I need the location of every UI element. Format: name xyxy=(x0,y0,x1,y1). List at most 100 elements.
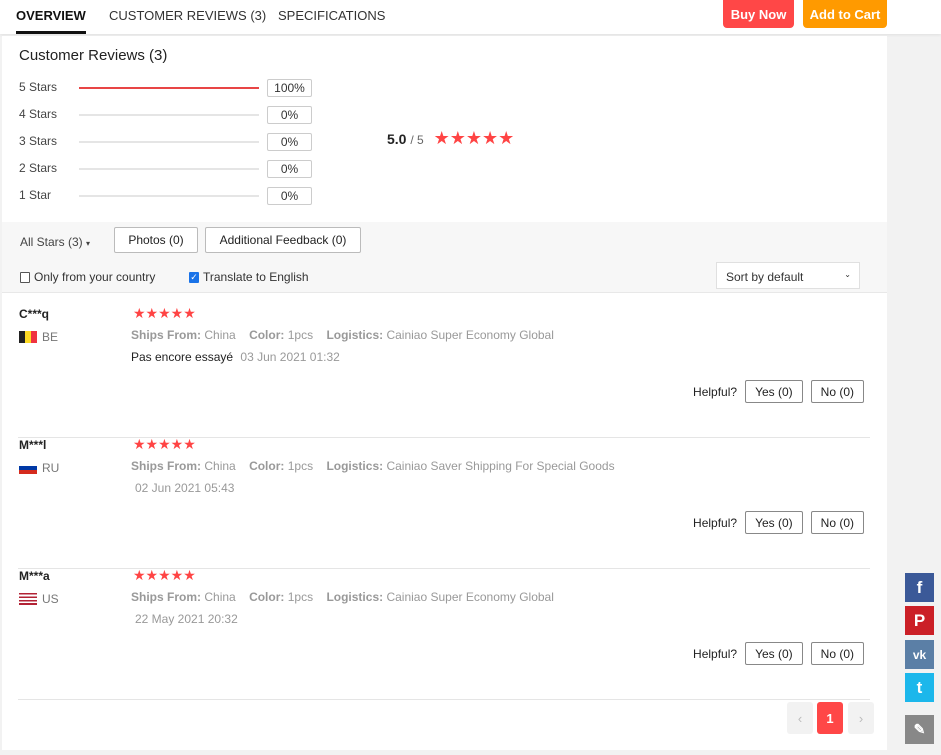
reviews-panel: Customer Reviews (3) 5 Stars 100% 4 Stars… xyxy=(2,36,887,750)
country-flag-icon xyxy=(19,593,37,605)
pagination-page-1[interactable]: 1 xyxy=(817,702,843,734)
edit-icon[interactable]: ✎ xyxy=(905,715,934,744)
review-item: C***q BE ★★★★★ Ships From: China Color: … xyxy=(18,305,870,438)
star-level-label: 5 Stars xyxy=(19,80,58,94)
review-filters: All Stars (3) ▾ Photos (0) Additional Fe… xyxy=(2,222,887,293)
review-date: 22 May 2021 20:32 xyxy=(135,612,238,626)
buy-now-button[interactable]: Buy Now xyxy=(723,0,794,28)
helpful-no-button[interactable]: No (0) xyxy=(810,642,864,665)
review-meta: Ships From: China Color: 1pcs Logistics:… xyxy=(131,590,554,604)
pagination-prev[interactable]: ‹ xyxy=(787,702,813,734)
ships-from-label: Ships From: xyxy=(131,328,202,342)
star-breakdown-row: 5 Stars 100% xyxy=(19,78,319,98)
translate-checkbox[interactable]: ✓ Translate to English xyxy=(189,270,309,284)
star-progress-bar xyxy=(79,87,259,89)
country-code: RU xyxy=(42,461,60,475)
helpful-no-button[interactable]: No (0) xyxy=(810,380,864,403)
helpful-yes-button[interactable]: Yes (0) xyxy=(745,642,803,665)
translate-label: Translate to English xyxy=(203,270,309,284)
ships-from-label: Ships From: xyxy=(131,459,202,473)
vk-share-icon[interactable]: vk xyxy=(905,640,934,669)
star-percent: 0% xyxy=(267,106,312,124)
ships-from-value: China xyxy=(204,459,236,473)
chevron-down-icon: ⌄ xyxy=(844,270,851,279)
logistics-label: Logistics: xyxy=(326,459,384,473)
color-label: Color: xyxy=(249,328,285,342)
star-level-label: 3 Stars xyxy=(19,134,58,148)
tab-customer-reviews[interactable]: CUSTOMER REVIEWS (3) xyxy=(109,8,266,23)
star-level-label: 1 Star xyxy=(19,188,52,202)
helpful-yes-button[interactable]: Yes (0) xyxy=(745,511,803,534)
star-progress-bar xyxy=(79,114,259,116)
color-value: 1pcs xyxy=(287,590,314,604)
pagination-next[interactable]: › xyxy=(848,702,874,734)
review-meta: Ships From: China Color: 1pcs Logistics:… xyxy=(131,459,615,473)
star-level-label: 4 Stars xyxy=(19,107,58,121)
star-percent: 0% xyxy=(267,160,312,178)
logistics-label: Logistics: xyxy=(326,590,384,604)
checkbox-checked-icon: ✓ xyxy=(189,271,199,283)
star-progress-fill xyxy=(79,87,259,89)
helpful-controls: Helpful? Yes (0) No (0) xyxy=(693,511,864,534)
reviewer-country: RU xyxy=(19,461,59,475)
helpful-controls: Helpful? Yes (0) No (0) xyxy=(693,380,864,403)
country-code: US xyxy=(42,592,59,606)
star-breakdown-row: 2 Stars 0% xyxy=(19,159,319,179)
star-percent: 0% xyxy=(267,133,312,151)
reviewer-name: C***q xyxy=(19,307,50,321)
logistics-label: Logistics: xyxy=(326,328,384,342)
country-flag-icon xyxy=(19,462,37,474)
review-stars-icon: ★★★★★ xyxy=(133,567,196,583)
ships-from-value: China xyxy=(204,328,236,342)
logistics-value: Cainiao Saver Shipping For Special Goods xyxy=(386,459,615,473)
helpful-label: Helpful? xyxy=(693,646,738,661)
all-stars-label: All Stars (3) xyxy=(20,235,83,249)
review-body: Pas encore essayé 03 Jun 2021 01:32 xyxy=(131,350,340,364)
ships-from-value: China xyxy=(204,590,236,604)
facebook-share-icon[interactable]: f xyxy=(905,573,934,602)
product-nav-bar: OVERVIEW CUSTOMER REVIEWS (3) SPECIFICAT… xyxy=(0,0,941,34)
review-body: 22 May 2021 20:32 xyxy=(131,612,238,626)
only-country-checkbox[interactable]: Only from your country xyxy=(20,270,155,284)
star-level-label: 2 Stars xyxy=(19,161,58,175)
review-item: M***l RU ★★★★★ Ships From: China Color: … xyxy=(18,436,870,569)
helpful-no-button[interactable]: No (0) xyxy=(810,511,864,534)
tab-overview[interactable]: OVERVIEW xyxy=(16,8,86,34)
ships-from-label: Ships From: xyxy=(131,590,202,604)
star-breakdown-row: 4 Stars 0% xyxy=(19,105,319,125)
review-date: 03 Jun 2021 01:32 xyxy=(240,350,340,364)
star-percent: 0% xyxy=(267,187,312,205)
helpful-yes-button[interactable]: Yes (0) xyxy=(745,380,803,403)
color-value: 1pcs xyxy=(287,459,314,473)
photos-filter-button[interactable]: Photos (0) xyxy=(114,227,198,253)
helpful-label: Helpful? xyxy=(693,384,738,399)
checkbox-icon xyxy=(20,271,30,283)
all-stars-dropdown[interactable]: All Stars (3) ▾ xyxy=(20,235,90,249)
chevron-down-icon: ▾ xyxy=(86,239,91,248)
country-code: BE xyxy=(42,330,59,344)
review-text: Pas encore essayé xyxy=(131,350,234,364)
review-item: M***a US ★★★★★ Ships From: China Color: … xyxy=(18,567,870,700)
reviewer-country: BE xyxy=(19,330,58,344)
color-label: Color: xyxy=(249,590,285,604)
star-breakdown-row: 1 Star 0% xyxy=(19,186,319,206)
star-progress-bar xyxy=(79,141,259,143)
review-body: 02 Jun 2021 05:43 xyxy=(131,481,234,495)
sort-select[interactable]: Sort by default ⌄ xyxy=(716,262,860,289)
average-value: 5.0 xyxy=(387,131,407,147)
average-rating: 5.0 / 5 ★★★★★ xyxy=(387,128,514,149)
reviewer-country: US xyxy=(19,592,59,606)
star-breakdown-row: 3 Stars 0% xyxy=(19,132,319,152)
only-country-label: Only from your country xyxy=(34,270,156,284)
twitter-share-icon[interactable]: t xyxy=(905,673,934,702)
pinterest-share-icon[interactable]: P xyxy=(905,606,934,635)
helpful-controls: Helpful? Yes (0) No (0) xyxy=(693,642,864,665)
review-stars-icon: ★★★★★ xyxy=(133,436,196,452)
helpful-label: Helpful? xyxy=(693,515,738,530)
reviewer-name: M***l xyxy=(19,438,47,452)
additional-feedback-button[interactable]: Additional Feedback (0) xyxy=(205,227,361,253)
add-to-cart-button[interactable]: Add to Cart xyxy=(803,0,887,28)
sort-value: Sort by default xyxy=(726,270,804,284)
tab-specifications[interactable]: SPECIFICATIONS xyxy=(278,8,385,23)
reviewer-name: M***a xyxy=(19,569,50,583)
